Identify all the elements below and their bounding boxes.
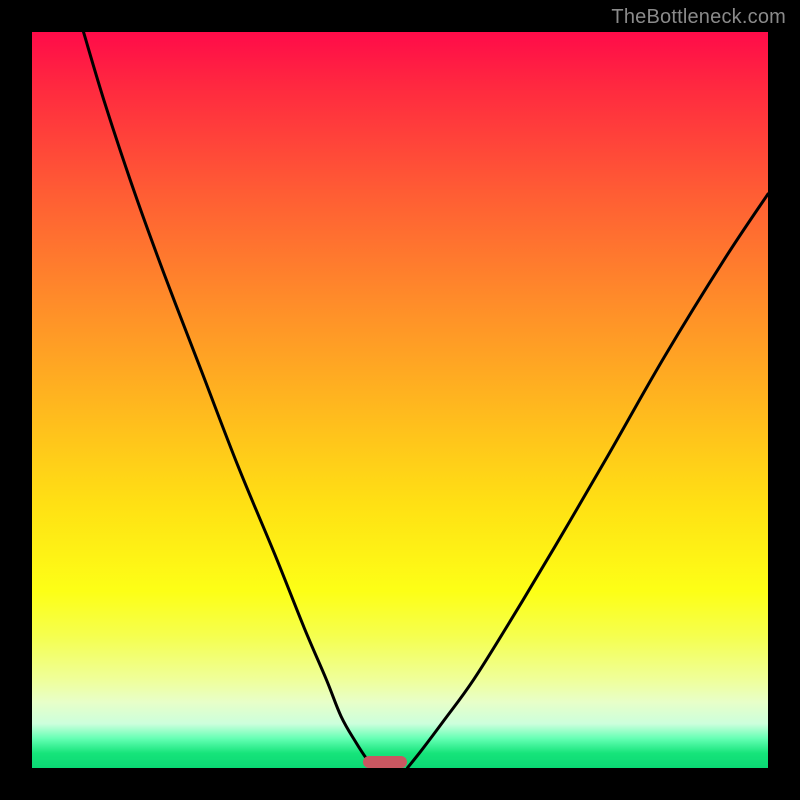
plot-area — [32, 32, 768, 768]
optimal-zone-marker — [363, 756, 407, 768]
curve-right-path — [407, 194, 768, 768]
outer-frame: TheBottleneck.com — [0, 0, 800, 800]
bottleneck-curves — [32, 32, 768, 768]
curve-left-path — [84, 32, 375, 768]
watermark-text: TheBottleneck.com — [611, 6, 786, 29]
